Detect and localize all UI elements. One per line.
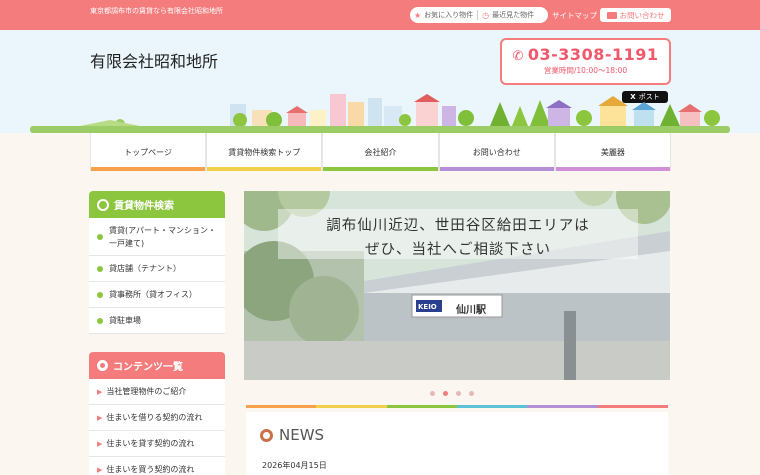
keio-sign: KEIO [418,303,437,311]
caption-line-2: ぜひ、当社へご相談下さい [365,242,551,258]
main-nav: トップページ 賃貸物件検索トップ 会社紹介 お問い合わせ 美麗器 [90,133,672,171]
star-icon: ★ [414,10,422,20]
header: 有限会社昭和地所 ✆ 03-3308-1191 営業時間/10:00〜18:00 … [0,30,760,133]
phone-text: 03-3308-1191 [527,45,659,64]
nav-underline [439,167,554,171]
slider-dot[interactable] [469,391,474,396]
nav-underline [323,167,438,171]
sidebar-item-label: 当社管理物件のご紹介 [106,387,187,396]
nav-tab-label: お問い合わせ [472,147,521,157]
sidebar-item-label: 賃貸(アパート・マンション・一戸建て) [109,225,216,248]
bullet-icon [97,317,103,324]
sidebar-item-office[interactable]: 貸事務所（貸オフィス） [89,282,225,308]
news-section: NEWS 2026年04月15日 [246,412,668,475]
recent-label: 最近見た物件 [492,11,535,19]
ground [30,126,730,133]
search-panel-heading: 賃貸物件検索 [89,191,225,218]
slider-dot[interactable] [456,391,461,396]
sidebar-item-parking[interactable]: 貸駐車場 [89,308,225,334]
caption-line-1: 調布仙川近辺、世田谷区給田エリアは [326,218,590,234]
recent-link[interactable]: ◷ 最近見た物件 [478,10,538,20]
nav-tab-extra[interactable]: 美麗器 [554,133,672,171]
nav-tab-search[interactable]: 賃貸物件検索トップ [206,133,323,171]
sidebar-item-buy-flow[interactable]: ▶ 住まいを買う契約の流れ [89,457,225,475]
favorites-pill: ★ お気に入り物件 ◷ 最近見た物件 [410,7,548,23]
arrow-icon: ▶ [97,439,103,448]
nav-tab-label: 賃貸物件検索トップ [228,147,301,157]
sidebar-item-properties[interactable]: ▶ 当社管理物件のご紹介 [89,379,225,405]
news-heading: NEWS [260,426,324,444]
sidebar-item-lend-flow[interactable]: ▶ 住まいを貸す契約の流れ [89,431,225,457]
favorites-link[interactable]: ★ お気に入り物件 [410,10,477,20]
search-panel-list: 賃貸(アパート・マンション・一戸建て) 貸店舗（テナント） 貸事務所（貸オフィス… [89,218,225,334]
hero-slider[interactable]: KEIO 仙川駅 調布仙川近辺、世田谷区給田エリアは ぜひ、当社へご相談下さい [244,191,670,380]
bullet-icon [97,233,103,240]
nav-tab-company[interactable]: 会社紹介 [322,133,439,171]
sidebar-item-label: 貸店舗（テナント） [109,264,181,273]
slider-dot-active[interactable] [443,391,448,396]
business-hours: 営業時間/10:00〜18:00 [543,66,628,75]
sidebar-item-label: 住まいを買う契約の流れ [106,465,195,474]
nav-underline [91,167,206,171]
search-panel-title: 賃貸物件検索 [114,201,174,212]
station-sign: 仙川駅 [456,305,486,316]
arrow-icon: ▶ [97,387,103,396]
arrow-icon: ▶ [97,413,103,422]
nav-underline [207,167,322,171]
ring-icon [260,428,273,442]
sidebar-item-rent-flow[interactable]: ▶ 住まいを借りる契約の流れ [89,405,225,431]
phone-box: ✆ 03-3308-1191 営業時間/10:00〜18:00 [500,38,671,85]
sidebar-item-label: 住まいを貸す契約の流れ [106,439,195,448]
contact-button[interactable]: お問い合わせ [600,8,671,22]
search-icon [97,198,109,211]
news-heading-text: NEWS [279,426,325,444]
phone-number[interactable]: ✆ 03-3308-1191 [502,45,669,64]
clock-icon: ◷ [482,10,490,20]
contact-label: お問い合わせ [619,10,665,20]
slider-dot[interactable] [430,391,435,396]
rainbow-divider [246,405,668,408]
site-tagline: 東京都調布市の賃貸なら有限会社昭和地所 [90,7,223,15]
ring-icon [97,360,108,371]
nav-tab-label: 美麗器 [600,147,625,157]
phone-icon: ✆ [512,49,524,64]
contents-panel-title: コンテンツ一覧 [113,362,183,373]
arrow-icon: ▶ [97,465,103,474]
sidebar-item-label: 住まいを借りる契約の流れ [106,413,203,422]
contents-panel-heading: コンテンツ一覧 [89,352,225,379]
bullet-icon [97,291,103,298]
nav-underline [555,167,671,171]
contents-panel-list: ▶ 当社管理物件のご紹介 ▶ 住まいを借りる契約の流れ ▶ 住まいを貸す契約の流れ ▶… [89,379,225,475]
envelope-icon [606,11,617,19]
sidebar-item-label: 貸駐車場 [109,316,141,325]
nav-tab-contact[interactable]: お問い合わせ [438,133,555,171]
bullet-icon [97,265,103,272]
sitemap-link[interactable]: サイトマップ [552,10,597,21]
favorites-label: お気に入り物件 [424,11,474,19]
sidebar-item-shop[interactable]: 貸店舗（テナント） [89,256,225,282]
top-bar: 東京都調布市の賃貸なら有限会社昭和地所 ★ お気に入り物件 ◷ 最近見た物件 サ… [0,0,760,30]
news-date: 2026年04月15日 [262,461,327,470]
site-title[interactable]: 有限会社昭和地所 [90,48,218,72]
nav-tab-top[interactable]: トップページ [90,133,207,171]
slide-caption: 調布仙川近辺、世田谷区給田エリアは ぜひ、当社へご相談下さい [278,209,638,259]
sidebar-item-label: 貸事務所（貸オフィス） [109,290,197,299]
slider-dots [430,391,474,396]
sidebar-item-rental[interactable]: 賃貸(アパート・マンション・一戸建て) [89,218,225,256]
nav-tab-label: トップページ [124,147,173,157]
nav-tab-label: 会社紹介 [364,147,397,157]
